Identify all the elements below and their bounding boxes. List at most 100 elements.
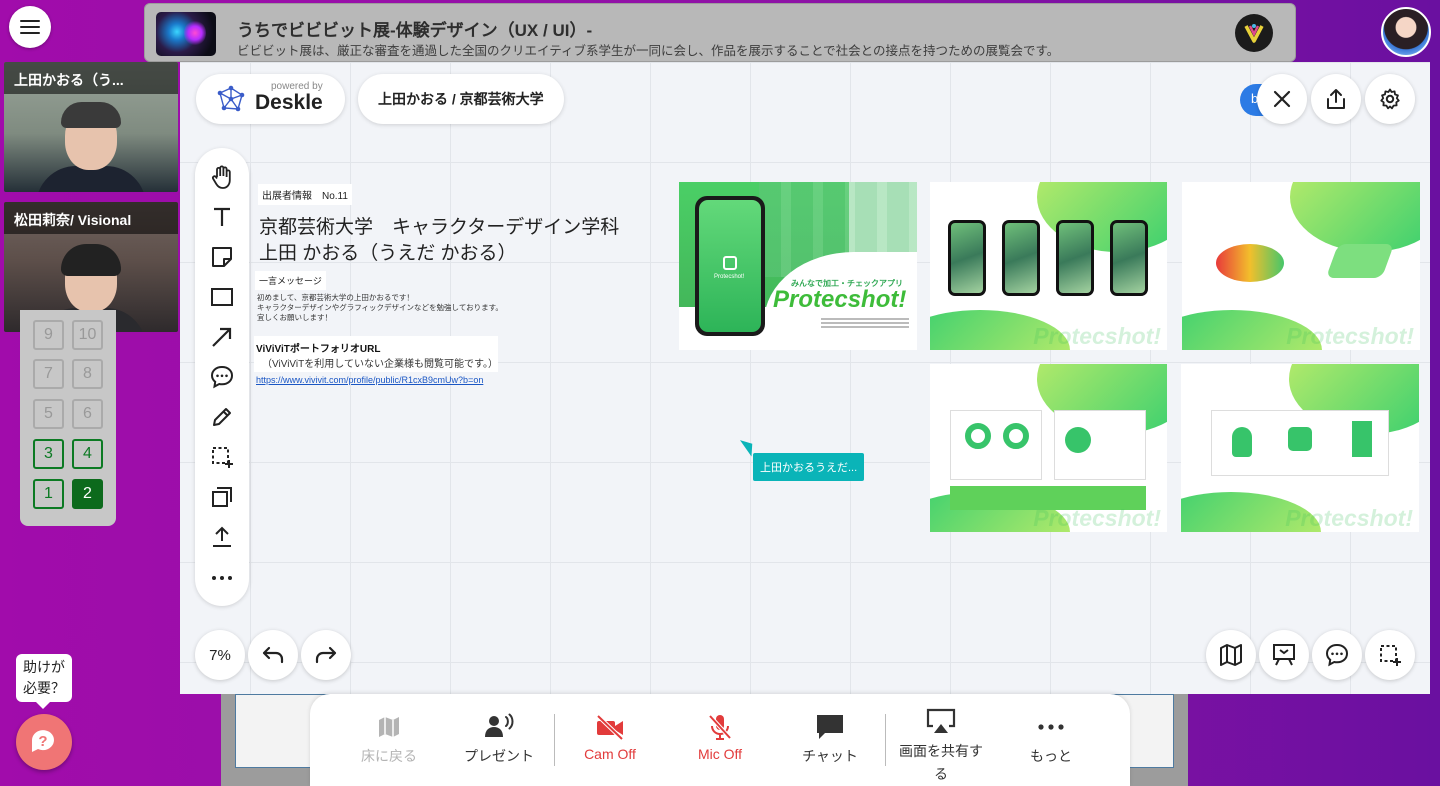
text-icon (214, 207, 230, 226)
presentation-button[interactable] (1259, 630, 1309, 680)
message-line-1: 初めまして、京都芸術大学の上田かおるです！ (257, 293, 414, 302)
rectangle-tool[interactable] (206, 281, 238, 313)
screen-phone-4 (1110, 220, 1148, 296)
floor-button-7: 7 (33, 359, 64, 389)
message-line-2: キャラクターデザインやグラフィックデザインなどを勉強しております。 (257, 303, 503, 312)
ellipsis-icon (212, 576, 232, 580)
comment-tool[interactable] (206, 361, 238, 393)
screen-share-button[interactable]: 画面を共有する (886, 706, 996, 786)
screen-share-icon (926, 708, 956, 733)
share-button[interactable] (1311, 74, 1361, 124)
slide-concept[interactable]: Protecshot! (1182, 182, 1420, 350)
comments-button[interactable] (1312, 630, 1362, 680)
concept-illustration-1 (1216, 244, 1284, 282)
arrow-icon (212, 327, 232, 347)
help-chat-icon: ? (32, 730, 54, 752)
present-label: プレゼント (464, 748, 534, 764)
redo-icon (315, 646, 337, 664)
upload-tool[interactable] (206, 521, 238, 553)
chat-icon (817, 715, 843, 739)
mic-off-button[interactable]: Mic Off (665, 712, 775, 762)
hand-tool[interactable] (206, 161, 238, 193)
map-button[interactable] (1206, 630, 1256, 680)
help-tooltip-text: 助けが必要？ (23, 659, 65, 696)
duplicate-tool[interactable] (206, 481, 238, 513)
slide-flow[interactable]: Protecshot! (1181, 364, 1419, 532)
more-label: もっと (1030, 748, 1072, 764)
more-button[interactable]: もっと (996, 712, 1106, 766)
screen-phone-2 (1002, 220, 1040, 296)
gear-icon (1380, 88, 1400, 110)
redo-button[interactable] (301, 630, 351, 680)
mic-off-icon (708, 714, 732, 740)
deskle-logo-icon (217, 85, 245, 112)
remote-cursor-label: 上田かおるうえだ... (753, 453, 865, 481)
map-icon (379, 717, 399, 737)
dashed-select-icon (212, 447, 233, 468)
sticky-note-icon (212, 247, 232, 267)
slide-watermark: Protecshot! (1033, 323, 1161, 349)
comment-icon (1325, 643, 1349, 667)
back-to-floor-button[interactable]: 床に戻る (334, 712, 444, 766)
presentation-icon (1273, 644, 1295, 666)
flow-card (1211, 410, 1389, 476)
user-avatar[interactable] (1381, 7, 1431, 57)
floor-button-5: 5 (33, 399, 64, 429)
copy-icon (212, 487, 232, 507)
undo-button[interactable] (248, 630, 298, 680)
pencil-icon (213, 408, 231, 426)
present-button[interactable]: プレゼント (444, 712, 554, 766)
more-tools-button[interactable] (206, 561, 238, 593)
exhibitor-info-label: 出展者情報 No.11 (258, 184, 352, 205)
zoom-level-button[interactable]: 7% (195, 630, 245, 680)
event-description: ビビビット展は、厳正な審査を通過した全国のクリエイティブ系学生が一同に会し、作品… (237, 44, 1060, 58)
pen-tool[interactable] (206, 401, 238, 433)
vivivit-logo (1235, 14, 1273, 52)
deskle-whiteboard[interactable]: powered by Deskle 上田かおる / 京都芸術大学 b 出展者情報… (180, 62, 1430, 694)
comment-icon (210, 365, 234, 389)
floor-button-2[interactable]: 2 (72, 479, 103, 509)
cover-title: Protecshot! (773, 286, 907, 313)
event-thumbnail (156, 12, 216, 56)
video-tile-1[interactable]: 上田かおる（う... (4, 62, 178, 192)
back-to-floor-label: 床に戻る (361, 748, 417, 764)
chat-label: チャット (802, 748, 858, 764)
slide-watermark: Protecshot! (1285, 505, 1413, 531)
screen-share-label: 画面を共有する (899, 743, 983, 782)
present-icon (485, 713, 514, 737)
text-tool[interactable] (206, 201, 238, 233)
slide-screens[interactable]: Protecshot! (930, 182, 1167, 350)
floor-button-3[interactable]: 3 (33, 439, 64, 469)
floor-button-4[interactable]: 4 (72, 439, 103, 469)
portfolio-url-link[interactable]: https://www.vivivit.com/profile/public/R… (256, 375, 483, 385)
slide-watermark: Protecshot! (1033, 505, 1161, 531)
event-title: うちでビビビット展-体験デザイン（UX / UI）- (237, 21, 593, 40)
floor-button-1[interactable]: 1 (33, 479, 64, 509)
camera-off-button[interactable]: Cam Off (555, 712, 665, 762)
message-line-3: 宜しくお願いします！ (257, 313, 332, 322)
arrow-tool[interactable] (206, 321, 238, 353)
slide-watermark: Protecshot! (1286, 323, 1414, 349)
board-title[interactable]: 上田かおる / 京都芸術大学 (358, 74, 564, 124)
deskle-logo[interactable]: powered by Deskle (196, 74, 345, 124)
settings-button[interactable] (1365, 74, 1415, 124)
event-banner[interactable]: うちでビビビット展-体験デザイン（UX / UI）- ビビビット展は、厳正な審査… (144, 3, 1296, 62)
hand-icon (212, 165, 231, 189)
select-area-tool[interactable] (206, 441, 238, 473)
help-tooltip: 助けが必要？ (16, 654, 72, 709)
chat-button[interactable]: チャット (775, 712, 885, 766)
sticky-note-tool[interactable] (206, 241, 238, 273)
hamburger-menu-button[interactable] (9, 6, 51, 48)
research-card-2 (1054, 410, 1146, 480)
camera-off-label: Cam Off (584, 746, 636, 762)
menu-icon (20, 20, 40, 34)
share-icon (1327, 89, 1345, 109)
add-frame-button[interactable] (1365, 630, 1415, 680)
help-button[interactable]: ? (16, 714, 72, 770)
slide-research[interactable]: Protecshot! (930, 364, 1167, 532)
participant-video (36, 102, 146, 192)
slide-cover[interactable]: Protecshot! みんなで加工・チェックアプリ Protecshot! (679, 182, 917, 350)
concept-illustration-2 (1325, 244, 1395, 278)
participant-name: 上田かおる（う... (4, 62, 178, 94)
close-button[interactable] (1257, 74, 1307, 124)
